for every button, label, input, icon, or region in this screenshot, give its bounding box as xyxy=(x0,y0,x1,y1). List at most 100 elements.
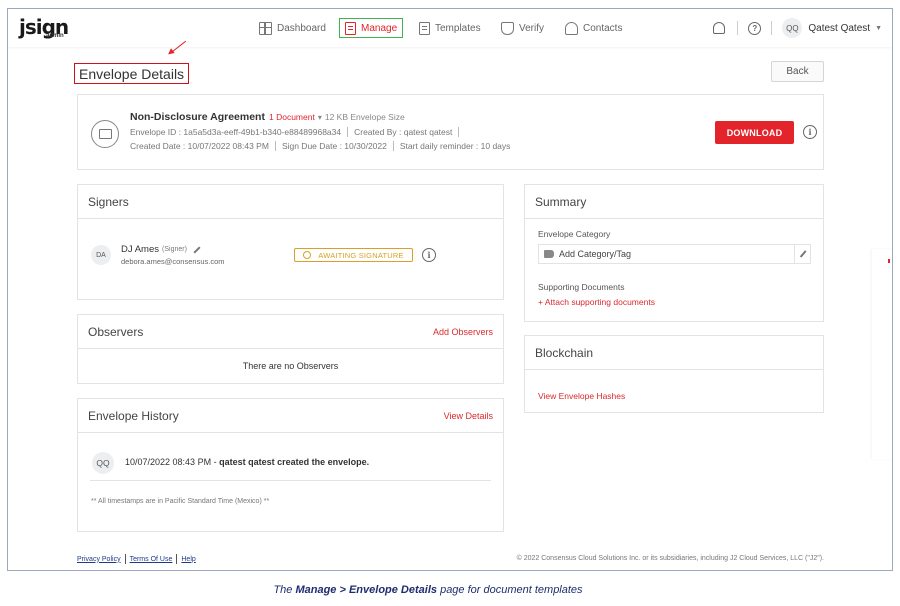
divider xyxy=(737,21,739,35)
caption-post: page for document templates xyxy=(437,584,583,596)
view-details-link[interactable]: View Details xyxy=(444,411,493,421)
page-title: Envelope Details xyxy=(74,63,190,84)
blockchain-header: Blockchain xyxy=(525,336,823,370)
privacy-policy-link[interactable]: Privacy Policy xyxy=(77,556,121,563)
footer-links: Privacy Policy Terms Of Use Help xyxy=(77,554,196,564)
nav-verify-label: Verify xyxy=(519,22,545,34)
created-date: Created Date : 10/07/2022 08:43 PM xyxy=(130,141,269,151)
nav-templates-label: Templates xyxy=(435,22,481,34)
envelope-summary-card: Non-Disclosure Agreement 1 Document ▾ 12… xyxy=(77,94,824,170)
blockchain-card: Blockchain View Envelope Hashes xyxy=(524,335,824,413)
pencil-icon[interactable] xyxy=(193,245,201,254)
download-button[interactable]: DOWNLOAD xyxy=(715,121,794,144)
user-avatar[interactable]: QQ xyxy=(782,18,803,38)
add-observers-link[interactable]: Add Observers xyxy=(433,327,493,337)
envelope-icon xyxy=(91,120,119,148)
observers-header: Observers Add Observers xyxy=(78,315,503,349)
logo-subtitle: admin xyxy=(46,33,64,39)
signer-email: debora.ames@consensus.com xyxy=(121,257,225,266)
attach-supporting-documents-link[interactable]: + Attach supporting documents xyxy=(538,297,655,307)
user-name[interactable]: Qatest Qatest xyxy=(808,23,870,34)
signers-title: Signers xyxy=(88,195,129,209)
contacts-icon xyxy=(565,21,578,35)
envelope-history-card: Envelope History View Details QQ 10/07/2… xyxy=(77,398,504,532)
summary-title: Summary xyxy=(535,195,587,209)
manage-icon xyxy=(345,21,356,35)
status-badge-label: AWAITING SIGNATURE xyxy=(318,250,404,260)
nav-contacts-label: Contacts xyxy=(583,22,623,34)
divider xyxy=(771,21,773,35)
signer-role: (Signer) xyxy=(162,246,187,253)
history-entry-text: qatest qatest created the envelope. xyxy=(219,457,370,467)
divider xyxy=(274,141,276,151)
envelope-name: Non-Disclosure Agreement xyxy=(130,111,265,123)
envelope-category-label: Envelope Category xyxy=(538,229,611,239)
summary-card: Summary Envelope Category Add Category/T… xyxy=(524,184,824,322)
envelope-meta-row-1: Envelope ID : 1a5a5d3a-eeff-49b1-b340-e8… xyxy=(130,127,465,137)
divider xyxy=(458,127,460,137)
divider xyxy=(124,554,126,564)
help-icon[interactable]: ? xyxy=(748,21,762,35)
daily-reminder: Start daily reminder : 10 days xyxy=(399,141,511,151)
clock-icon xyxy=(303,251,312,259)
timezone-note: ** All timestamps are in Pacific Standar… xyxy=(91,498,270,505)
templates-icon xyxy=(419,21,430,35)
divider xyxy=(392,141,394,151)
verify-icon xyxy=(501,21,514,35)
sign-due-date: Sign Due Date : 10/30/2022 xyxy=(281,141,387,151)
chevron-down-icon[interactable]: ▼ xyxy=(875,25,882,32)
envelope-size: 12 KB Envelope Size xyxy=(324,112,405,122)
dashboard-icon xyxy=(259,21,272,35)
info-icon[interactable]: i xyxy=(803,125,817,139)
history-entry-time: 10/07/2022 08:43 PM - xyxy=(125,457,217,467)
document-count-link[interactable]: 1 Document xyxy=(269,112,315,122)
signers-header: Signers xyxy=(78,185,503,219)
nav-templates[interactable]: Templates xyxy=(419,18,481,38)
info-icon[interactable]: i xyxy=(422,248,436,262)
category-tag-input[interactable]: Add Category/Tag xyxy=(538,244,811,264)
history-title: Envelope History xyxy=(88,409,179,423)
nav-contacts[interactable]: Contacts xyxy=(565,18,622,38)
envelope-id: Envelope ID : 1a5a5d3a-eeff-49b1-b340-e8… xyxy=(130,127,342,137)
avatar: QQ xyxy=(92,452,114,474)
summary-header: Summary xyxy=(525,185,823,219)
nav-dashboard[interactable]: Dashboard xyxy=(259,18,326,38)
view-envelope-hashes-link[interactable]: View Envelope Hashes xyxy=(538,391,625,401)
user-area: ? QQ Qatest Qatest ▼ xyxy=(713,18,882,38)
observers-card: Observers Add Observers There are no Obs… xyxy=(77,314,504,384)
side-panel-edge xyxy=(872,249,892,459)
chevron-down-icon[interactable]: ▾ xyxy=(318,113,322,122)
caption-pre: The xyxy=(273,584,296,596)
terms-of-use-link[interactable]: Terms Of Use xyxy=(130,556,173,563)
avatar: DA xyxy=(91,245,111,265)
envelope-meta-row-2: Created Date : 10/07/2022 08:43 PM Sign … xyxy=(130,141,510,151)
caption-details: Envelope Details xyxy=(348,584,438,596)
divider xyxy=(347,127,349,137)
divider xyxy=(176,554,178,564)
status-badge: AWAITING SIGNATURE xyxy=(294,248,413,262)
help-link[interactable]: Help xyxy=(181,556,195,563)
created-by: Created By : qatest qatest xyxy=(354,127,453,137)
nav-manage[interactable]: Manage xyxy=(339,18,404,38)
observers-empty-text: There are no Observers xyxy=(242,361,339,371)
pencil-icon[interactable] xyxy=(794,245,810,263)
nav-verify[interactable]: Verify xyxy=(501,18,544,38)
nav-dashboard-label: Dashboard xyxy=(277,22,326,34)
history-entry: 10/07/2022 08:43 PM - qatest qatest crea… xyxy=(125,457,369,467)
history-header: Envelope History View Details xyxy=(78,399,503,433)
divider xyxy=(90,480,491,481)
top-navigation-bar: jsign admin Dashboard Manage Templates V… xyxy=(8,9,892,47)
caption-manage: Manage xyxy=(295,584,337,596)
copyright-text: © 2022 Consensus Cloud Solutions Inc. or… xyxy=(516,555,824,562)
back-button[interactable]: Back xyxy=(771,61,824,82)
blockchain-title: Blockchain xyxy=(535,346,594,360)
bell-icon[interactable] xyxy=(713,22,726,34)
category-tag-placeholder: Add Category/Tag xyxy=(559,249,632,259)
supporting-documents-label: Supporting Documents xyxy=(538,282,625,292)
signer-name-row: DJ Ames (Signer) xyxy=(121,244,201,255)
caption-separator: > xyxy=(336,584,349,596)
app-window: jsign admin Dashboard Manage Templates V… xyxy=(7,8,893,571)
signers-card: Signers DA DJ Ames (Signer) debora.ames@… xyxy=(77,184,504,300)
signer-name: DJ Ames xyxy=(121,244,160,255)
tag-icon xyxy=(544,250,554,258)
